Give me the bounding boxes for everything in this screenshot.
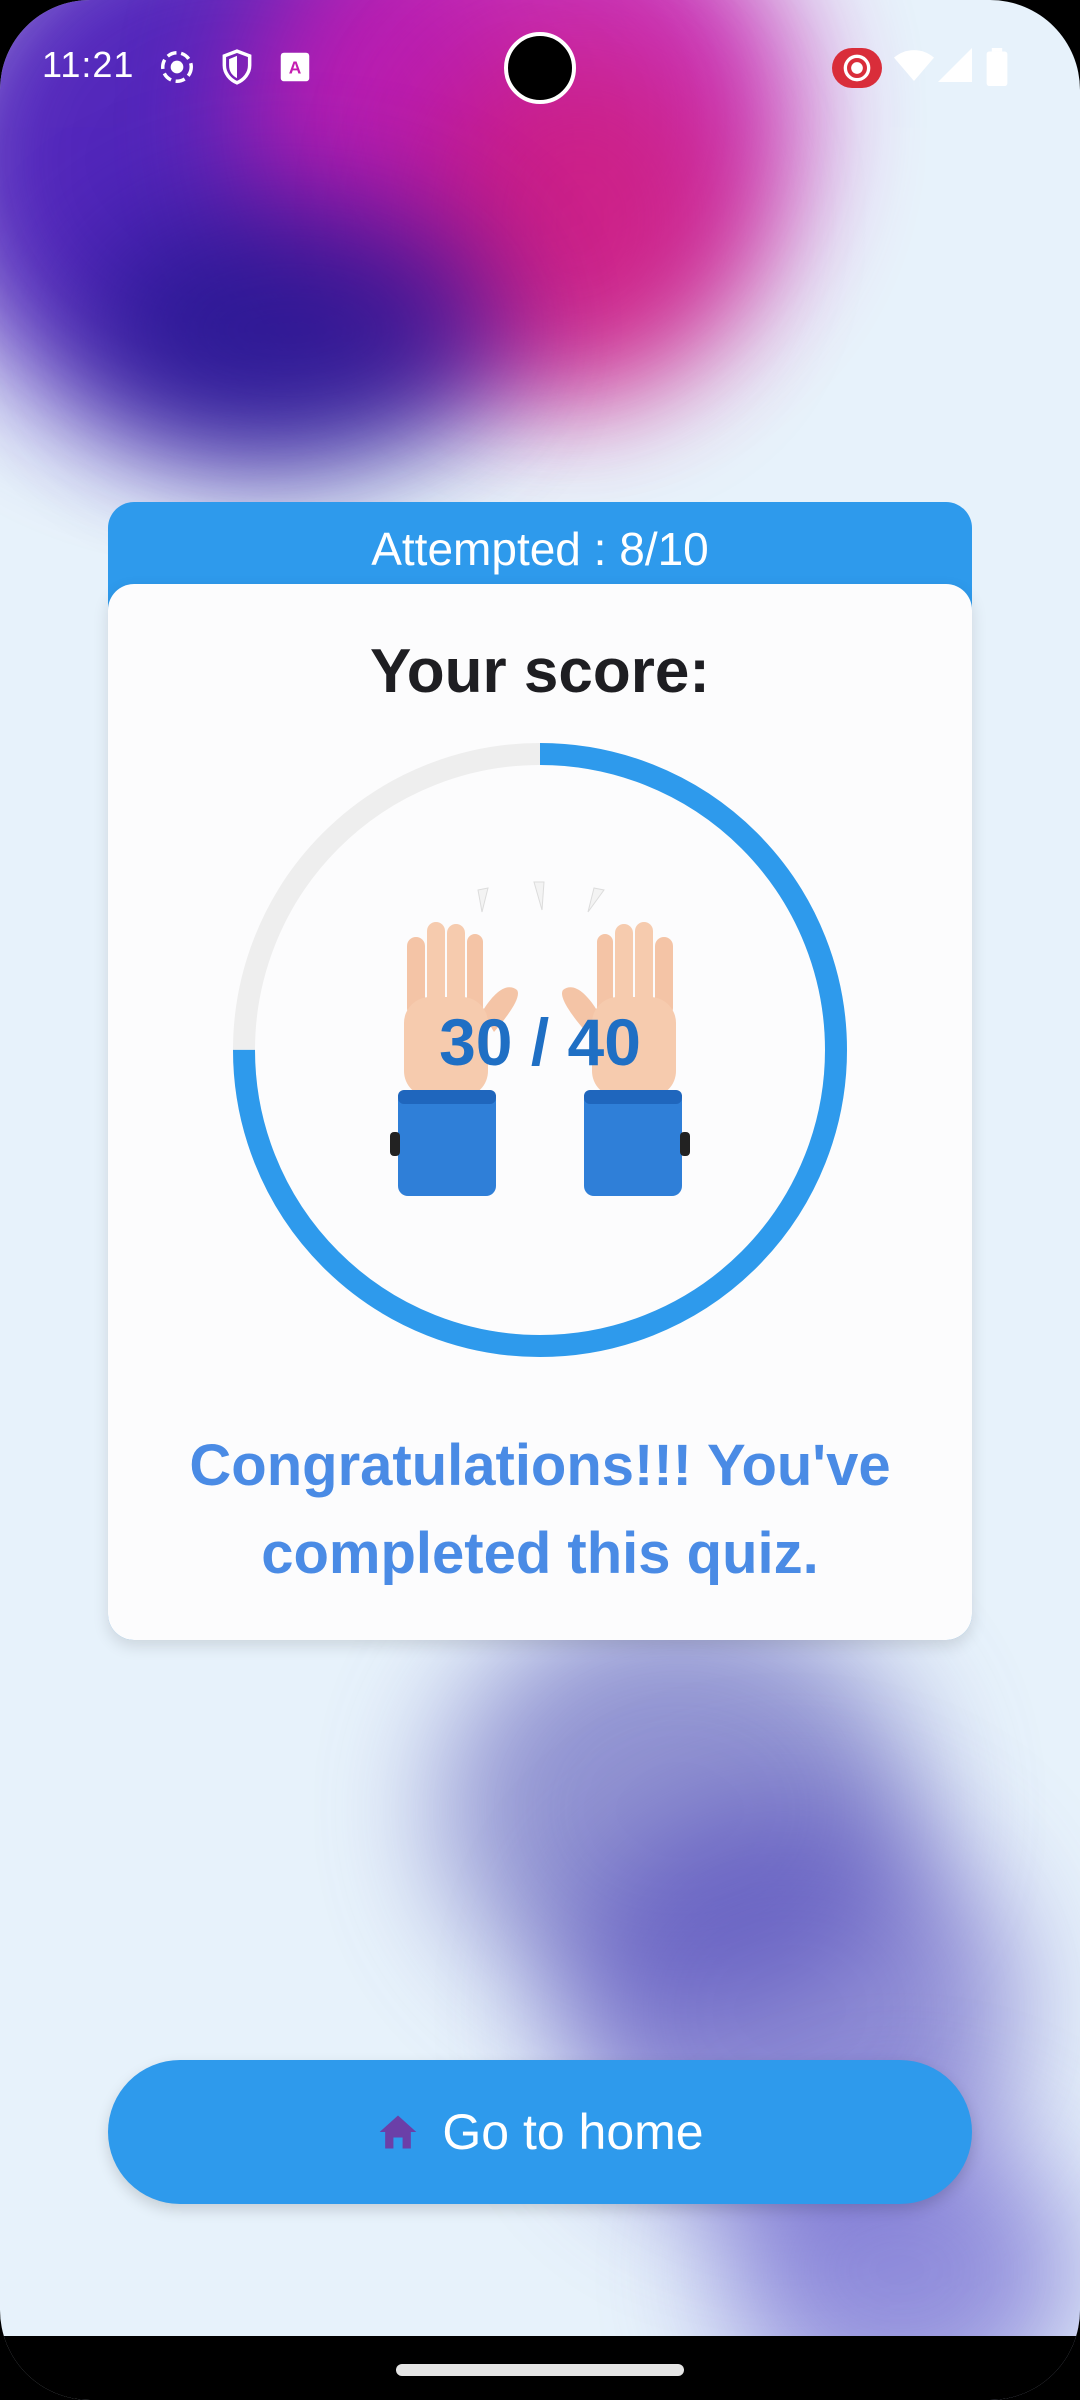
- go-to-home-button[interactable]: Go to home: [108, 2060, 972, 2204]
- decorative-blob: [80, 200, 500, 460]
- score-card-body: Your score: 30 / 40 Congratulations!!! Y…: [108, 584, 972, 1640]
- navigation-bar: [0, 2336, 1080, 2400]
- screen-record-icon: [832, 48, 882, 88]
- wifi-icon: [894, 50, 934, 81]
- status-time: 11:21: [42, 44, 135, 85]
- svg-text:A: A: [289, 57, 302, 77]
- attempted-label: Attempted : 8/10: [371, 523, 709, 575]
- app-notification-icon: A: [280, 52, 310, 82]
- screen: 11:21 A Attempted : 8/10 Your score: 30 …: [0, 0, 1080, 2400]
- record-icon: [161, 51, 193, 83]
- score-title: Your score:: [370, 637, 710, 706]
- score-card: Attempted : 8/10 Your score: 30 / 40 Con…: [108, 502, 972, 1640]
- status-bar: 11:21 A: [0, 0, 1080, 130]
- home-icon: [380, 2115, 417, 2149]
- signal-icon: [938, 48, 972, 82]
- home-gesture-handle[interactable]: [396, 2364, 684, 2376]
- congratulations-message: Congratulations!!! You've completed this…: [189, 1433, 891, 1586]
- battery-icon: [986, 48, 1008, 86]
- shield-icon: [222, 49, 252, 85]
- score-value: 30 / 40: [439, 1005, 641, 1079]
- camera-cutout: [504, 32, 576, 104]
- go-to-home-label: Go to home: [442, 2104, 704, 2160]
